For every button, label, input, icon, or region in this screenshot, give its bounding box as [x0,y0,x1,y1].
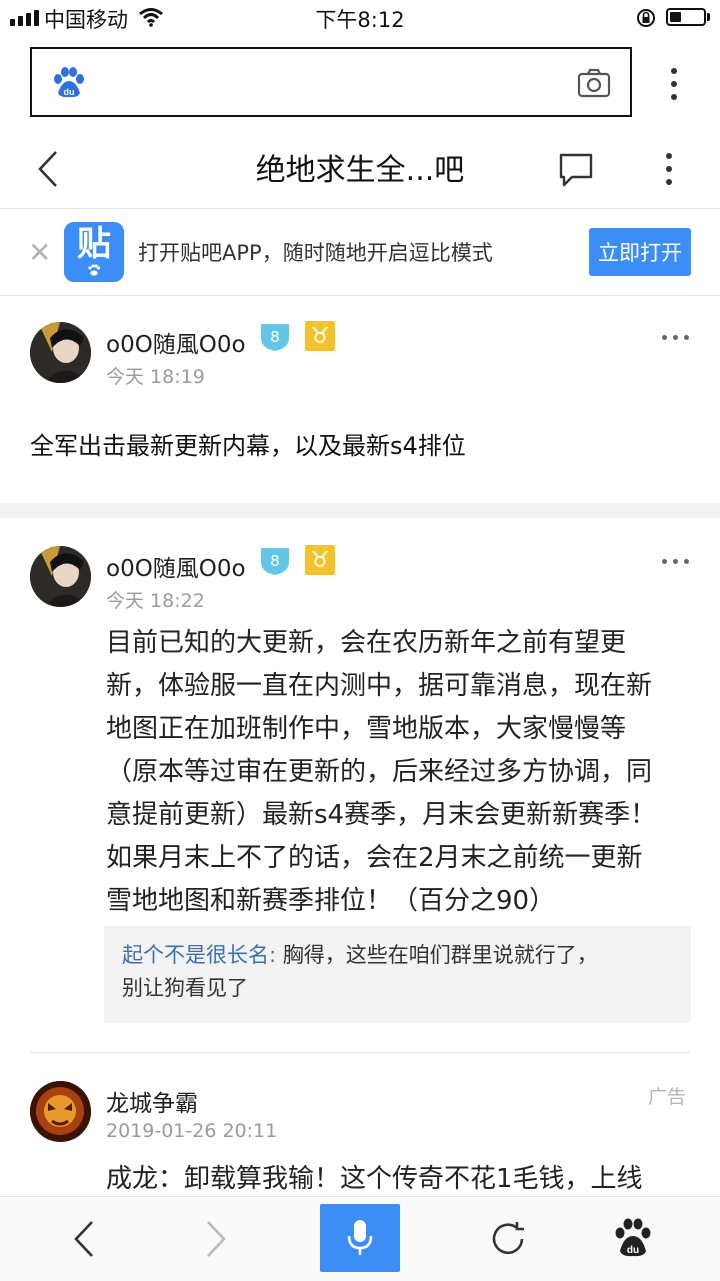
post-time: 今天 18:22 [106,590,205,612]
post-body-line: 如果月末上不了的话，会在2月末之前统一更新 [106,843,643,873]
svg-text:du: du [627,1245,639,1256]
header-divider [0,208,720,209]
taurus-icon: ♉ [305,321,335,351]
reply-preview[interactable]: 起个不是很长名: 胸得，这些在咱们群里说就行了， 别让狗看见了 [104,926,691,1023]
reply-text: 胸得，这些在咱们群里说就行了， [276,943,598,967]
page-title: 绝地求生全...吧 [255,153,465,188]
back-chevron-icon[interactable] [36,150,60,188]
post-body-line: 雪地地图和新赛季排位！（百分之90） [106,886,556,916]
avatar[interactable] [30,546,91,607]
post-body-line: 目前已知的大更新，会在农历新年之前有望更 [106,628,627,658]
post-more-icon[interactable] [662,335,689,340]
baidu-paw-icon[interactable]: du [614,1218,652,1258]
battery-tip [707,13,710,21]
svg-text:8: 8 [270,328,280,346]
refresh-icon[interactable] [489,1220,527,1258]
post-body: 目前已知的大更新，会在农历新年之前有望更 新，体验服一直在内测中，据可靠消息，现… [106,622,706,923]
app-banner-text: 打开贴吧APP，随时随地开启逗比模式 [138,241,493,265]
close-icon[interactable]: ✕ [28,236,51,269]
post-username[interactable]: o0O随風O0o [106,325,246,359]
taurus-icon: ♉ [305,545,335,575]
voice-search-button[interactable] [320,1204,400,1272]
baidu-paw-icon: du [54,67,84,98]
post-body-line: 意提前更新）最新s4赛季，月末会更新新赛季！ [106,800,657,830]
avatar[interactable] [30,322,91,383]
reply-author[interactable]: 起个不是很长名: [122,943,276,967]
svg-text:8: 8 [270,552,280,570]
tieba-app-icon: 贴 [64,222,124,282]
ad-time: 2019-01-26 20:11 [106,1120,278,1142]
ad-username[interactable]: 龙城争霸 [106,1084,198,1118]
page-menu-icon[interactable] [666,153,672,185]
search-input[interactable] [102,49,576,117]
svg-text:du: du [64,87,75,97]
status-bar: 中国移动 下午8:12 [0,0,720,36]
open-app-button[interactable]: 立即打开 [589,228,691,276]
comment-bubble-icon[interactable] [558,152,594,188]
post-body-line: 地图正在加班制作中，雪地版本，大家慢慢等 [106,714,627,744]
reply-text: 别让狗看见了 [122,976,248,1000]
ad-text[interactable]: 成龙：卸载算我输！这个传奇不花1毛钱，上线 [106,1158,706,1201]
rotation-lock-icon [637,9,655,27]
post-body-line: 新，体验服一直在内测中，据可靠消息，现在新 [106,671,653,701]
post-username[interactable]: o0O随風O0o [106,549,246,583]
post-divider [30,1052,690,1053]
microphone-icon [347,1220,373,1255]
browser-menu-icon[interactable] [671,68,677,100]
clock: 下午8:12 [315,8,405,32]
ad-tag: 广告 [648,1086,687,1108]
banner-divider [0,295,720,296]
post-text: 全军出击最新更新内幕，以及最新s4排位 [30,432,466,460]
post-more-icon[interactable] [662,559,689,564]
level-badge: 8 [259,322,289,351]
post-body-line: （原本等过审在更新的，后来经过多方协调，同 [106,757,653,787]
camera-icon[interactable] [577,68,611,98]
battery-icon [666,8,706,26]
post-time: 今天 18:19 [106,366,205,388]
avatar[interactable] [30,1081,91,1142]
section-separator [0,503,720,518]
level-badge: 8 [259,546,289,575]
forward-arrow-icon[interactable] [204,1220,228,1258]
back-arrow-icon[interactable] [72,1220,96,1258]
browser-search-box[interactable]: du [30,47,632,117]
